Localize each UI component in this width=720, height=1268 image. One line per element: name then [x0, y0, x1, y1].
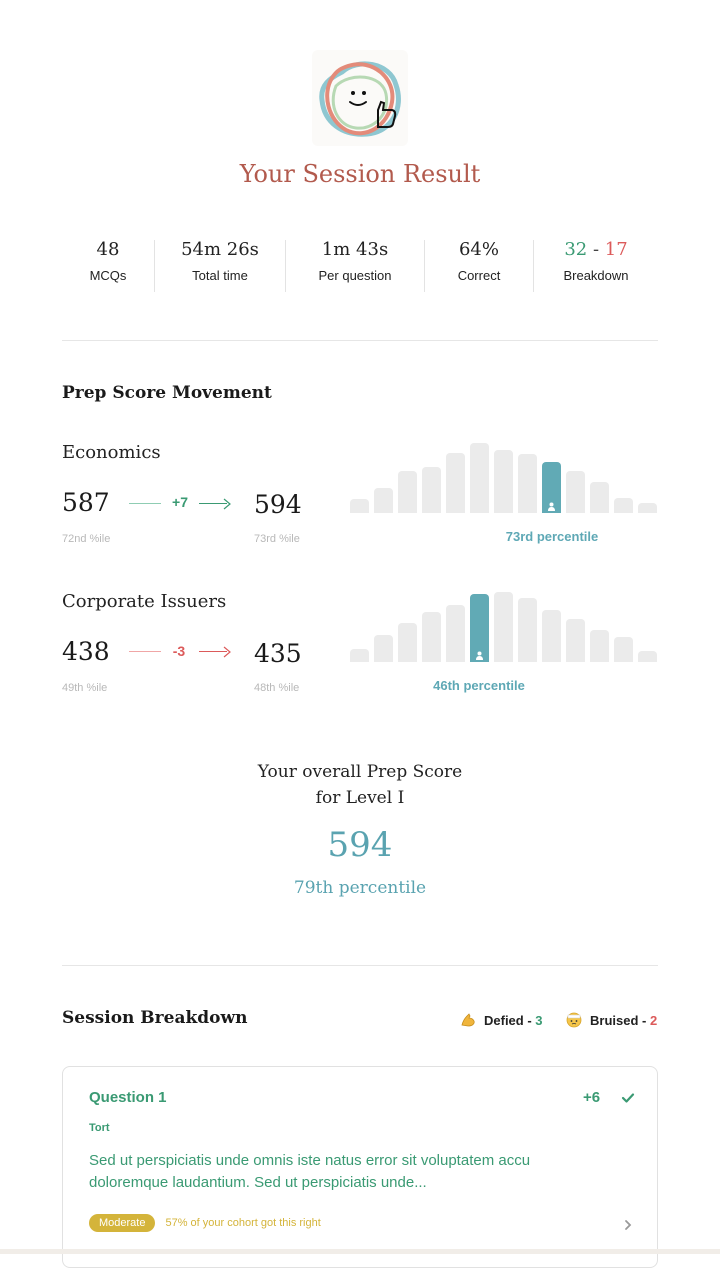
distribution-bar	[590, 630, 609, 662]
stat-value: 54m 26s	[181, 239, 259, 260]
chevron-right-icon[interactable]	[623, 1218, 633, 1230]
from-percentile: 49th %ile	[62, 682, 108, 694]
score-delta: -3	[172, 643, 186, 659]
score-delta: +7	[172, 494, 188, 510]
distribution-bar-active	[470, 594, 489, 662]
defied-legend: Defied - 3	[460, 1012, 543, 1028]
overall-caption-line2: for Level I	[315, 788, 405, 808]
difficulty-row: Moderate 57% of your cohort got this rig…	[89, 1214, 321, 1232]
app-logo	[312, 50, 408, 146]
bottom-strip	[0, 1249, 720, 1254]
separator: -	[592, 239, 600, 260]
distribution-bar	[470, 443, 489, 513]
from-score: 438	[62, 637, 110, 666]
flexed-biceps-icon	[460, 1012, 476, 1028]
movement-line	[129, 503, 161, 504]
question-category: Tort	[89, 1122, 110, 1134]
score-gain: +6	[583, 1089, 601, 1106]
subject-name: Economics	[62, 442, 161, 463]
percentile-label: 73rd percentile	[505, 529, 599, 544]
percentile-label: 46th percentile	[433, 678, 525, 693]
overall-score: 594	[327, 825, 393, 865]
question-text: Sed ut perspiciatis unde omnis iste natu…	[89, 1152, 531, 1191]
divider	[62, 965, 658, 966]
distribution-bar-active	[542, 462, 561, 513]
stat-label: Per question	[318, 268, 392, 283]
difficulty-badge: Moderate	[89, 1214, 156, 1232]
to-score: 435	[254, 639, 302, 668]
correct-count: 32	[564, 239, 588, 260]
bandaged-face-icon	[566, 1012, 582, 1028]
distribution-bar	[566, 471, 585, 513]
section-title-prep-movement: Prep Score Movement	[62, 383, 272, 403]
distribution-bar	[566, 619, 585, 662]
movement-line	[129, 651, 161, 652]
overall-caption-line1: Your overall Prep Score	[257, 762, 463, 782]
defied-label: Defied -	[484, 1012, 532, 1028]
distribution-bar	[398, 471, 417, 513]
smiley-thumbs-up-icon	[319, 61, 401, 137]
bruised-count: 2	[649, 1012, 658, 1028]
percentile-distribution-chart	[350, 592, 657, 662]
distribution-bar	[542, 610, 561, 662]
distribution-bar	[518, 598, 537, 662]
stat-value: 1m 43s	[321, 239, 389, 260]
arrow-right-icon	[223, 645, 231, 658]
from-score: 587	[62, 488, 110, 517]
stat-label: Breakdown	[563, 268, 629, 283]
distribution-bar	[494, 450, 513, 513]
distribution-bar	[422, 467, 441, 513]
distribution-bar	[398, 623, 417, 662]
defied-count: 3	[535, 1012, 543, 1028]
stat-correct: 64% Correct	[425, 236, 533, 296]
bruised-legend: Bruised - 2	[566, 1012, 657, 1028]
distribution-bar	[638, 651, 657, 662]
checkmark-icon	[621, 1091, 635, 1105]
stat-total-time: 54m 26s Total time	[155, 236, 285, 296]
stat-label: MCQs	[89, 268, 127, 283]
to-percentile: 48th %ile	[254, 682, 300, 694]
distribution-bar	[614, 637, 633, 662]
distribution-bar	[638, 503, 657, 513]
page-title: Your Session Result	[239, 160, 481, 188]
user-icon	[475, 647, 484, 660]
percentile-distribution-chart	[350, 443, 657, 513]
stat-mcqs: 48 MCQs	[62, 236, 154, 296]
distribution-bar	[374, 488, 393, 513]
divider	[62, 340, 658, 341]
from-percentile: 72nd %ile	[62, 533, 111, 545]
user-icon	[547, 498, 556, 511]
cohort-stat: 57% of your cohort got this right	[165, 1217, 321, 1229]
distribution-bar	[446, 605, 465, 662]
to-score: 594	[254, 490, 302, 519]
distribution-bar	[590, 482, 609, 513]
stat-per-question: 1m 43s Per question	[286, 236, 424, 296]
stat-value: 32 - 17	[534, 236, 658, 264]
question-title: Question 1	[89, 1089, 167, 1106]
overall-caption: Your overall Prep Score for Level I	[0, 759, 720, 811]
question-card[interactable]: Question 1 +6 Tort Sed ut perspiciatis u…	[62, 1066, 658, 1268]
stat-value: 48	[96, 239, 120, 260]
stat-label: Correct	[457, 268, 501, 283]
distribution-bar	[518, 454, 537, 513]
distribution-bar	[350, 499, 369, 513]
distribution-bar	[446, 453, 465, 513]
to-percentile: 73rd %ile	[254, 533, 300, 545]
arrow-right-icon	[223, 497, 231, 510]
stat-value: 64%	[458, 239, 499, 260]
stat-label: Total time	[192, 268, 248, 283]
session-stats: 48 MCQs 54m 26s Total time 1m 43s Per qu…	[62, 236, 658, 296]
stat-breakdown: 32 - 17 Breakdown	[534, 236, 658, 296]
distribution-bar	[614, 498, 633, 513]
section-title-session-breakdown: Session Breakdown	[62, 1008, 248, 1028]
incorrect-count: 17	[604, 239, 628, 260]
bruised-label: Bruised -	[590, 1012, 647, 1028]
subject-name: Corporate Issuers	[62, 591, 227, 612]
distribution-bar	[350, 649, 369, 662]
distribution-bar	[494, 592, 513, 662]
overall-percentile: 79th percentile	[293, 878, 427, 898]
distribution-bar	[374, 635, 393, 662]
distribution-bar	[422, 612, 441, 662]
